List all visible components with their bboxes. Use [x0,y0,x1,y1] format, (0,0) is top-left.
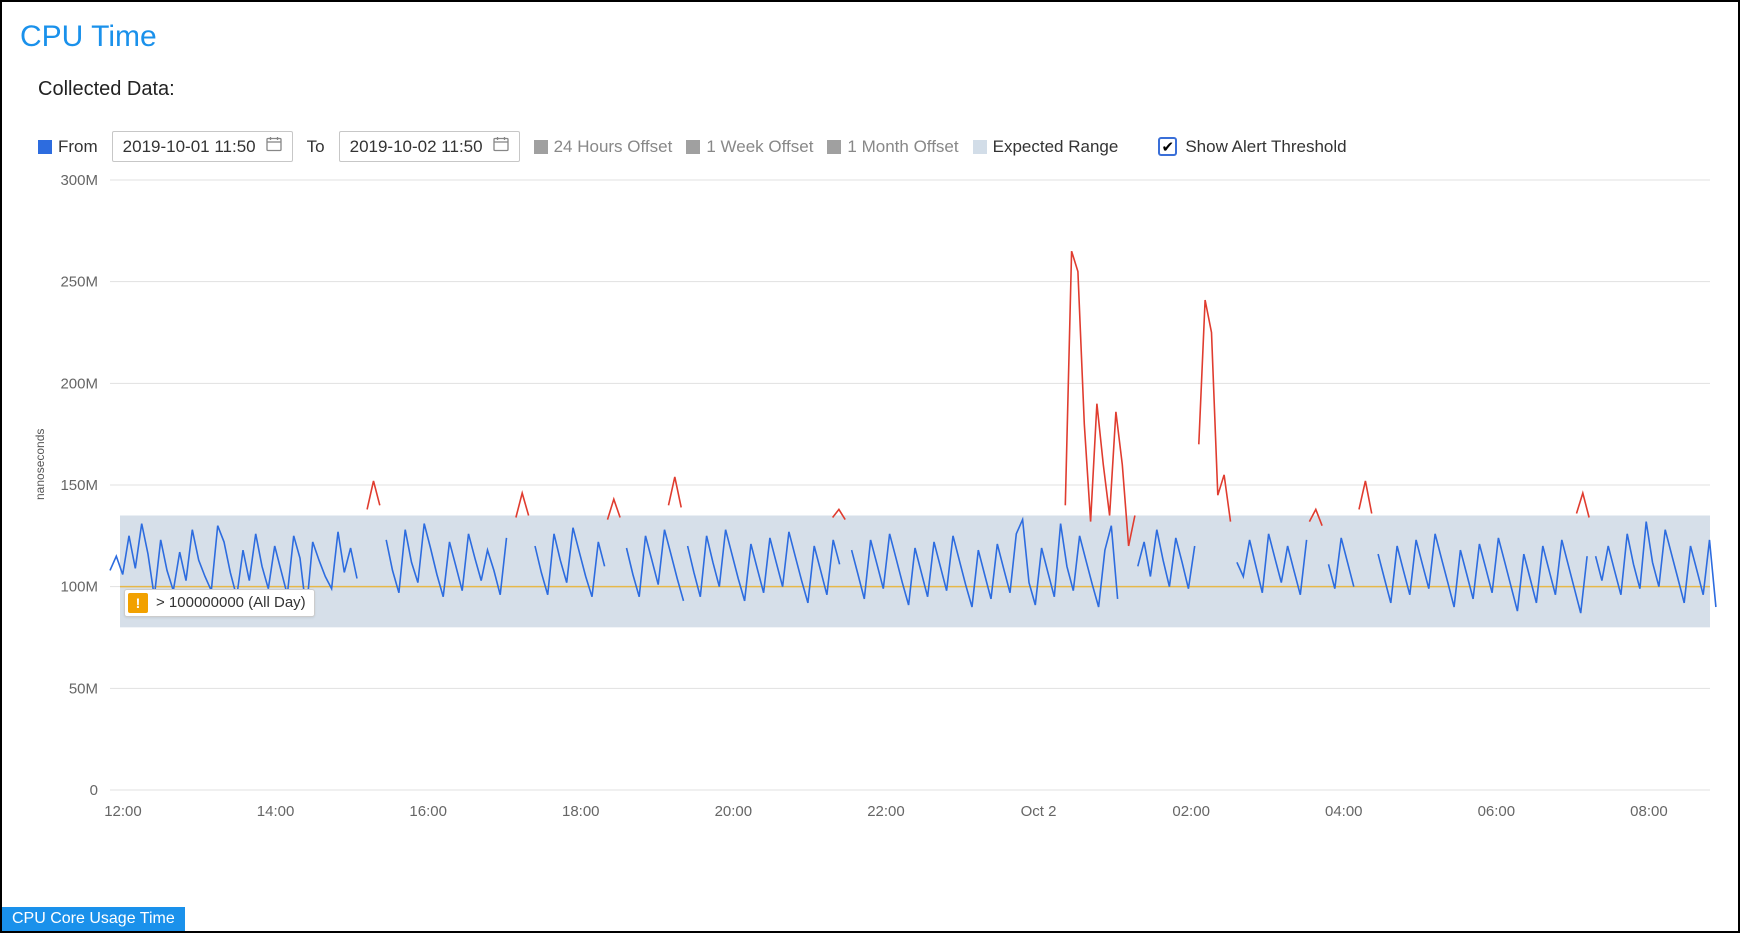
threshold-text: > 100000000 (All Day) [156,594,306,611]
legend-1w-label: 1 Week Offset [706,137,813,157]
svg-text:20:00: 20:00 [715,803,753,820]
swatch-icon [534,140,548,154]
legend-1w-offset[interactable]: 1 Week Offset [686,137,813,157]
to-date-value: 2019-10-02 11:50 [350,137,483,157]
to-date-input[interactable]: 2019-10-02 11:50 [339,131,520,162]
calendar-icon [493,136,509,157]
svg-text:14:00: 14:00 [257,803,295,820]
from-date-input[interactable]: 2019-10-01 11:50 [112,131,293,162]
svg-text:50M: 50M [69,680,98,697]
calendar-icon [266,136,282,157]
swatch-icon [686,140,700,154]
svg-text:200M: 200M [60,375,98,392]
page-title: CPU Time [20,20,1720,54]
svg-text:04:00: 04:00 [1325,803,1363,820]
alert-threshold-badge[interactable]: ! > 100000000 (All Day) [124,589,315,617]
from-group: From [38,137,98,157]
svg-text:16:00: 16:00 [409,803,447,820]
svg-text:100M: 100M [60,579,98,596]
from-date-value: 2019-10-01 11:50 [123,137,256,157]
checkbox-icon: ✔ [1158,137,1177,156]
legend-24h-offset[interactable]: 24 Hours Offset [534,137,673,157]
svg-text:12:00: 12:00 [104,803,142,820]
controls-row: From 2019-10-01 11:50 To 2019-10-02 11:5… [38,131,1720,162]
svg-text:150M: 150M [60,477,98,494]
collected-data-label: Collected Data: [38,78,1720,101]
svg-text:18:00: 18:00 [562,803,600,820]
svg-text:Oct 2: Oct 2 [1021,803,1057,820]
swatch-icon [827,140,841,154]
svg-text:06:00: 06:00 [1478,803,1516,820]
legend-expected-label: Expected Range [993,137,1119,157]
svg-text:22:00: 22:00 [867,803,905,820]
series-name-pill[interactable]: CPU Core Usage Time [2,907,185,931]
from-label: From [58,137,98,157]
chart-container: nanoseconds 050M100M150M200M250M300M12:0… [20,170,1720,845]
svg-text:0: 0 [90,782,98,799]
legend-1m-label: 1 Month Offset [847,137,958,157]
svg-text:02:00: 02:00 [1172,803,1210,820]
show-alert-label: Show Alert Threshold [1185,137,1346,157]
swatch-icon [973,140,987,154]
legend-24h-label: 24 Hours Offset [554,137,673,157]
svg-text:250M: 250M [60,274,98,291]
series-swatch-icon [38,140,52,154]
cpu-time-chart[interactable]: 0 50M 100M 150M 200M 250M 300M 12:00 14:00 16:00 1… [20,170,1720,830]
svg-text:300M: 300M [60,172,98,189]
svg-text:08:00: 08:00 [1630,803,1668,820]
legend-expected-range[interactable]: Expected Range [973,137,1119,157]
to-label: To [307,137,325,157]
warning-icon: ! [128,593,148,613]
legend-1m-offset[interactable]: 1 Month Offset [827,137,958,157]
show-alert-threshold-toggle[interactable]: ✔ Show Alert Threshold [1158,137,1346,157]
